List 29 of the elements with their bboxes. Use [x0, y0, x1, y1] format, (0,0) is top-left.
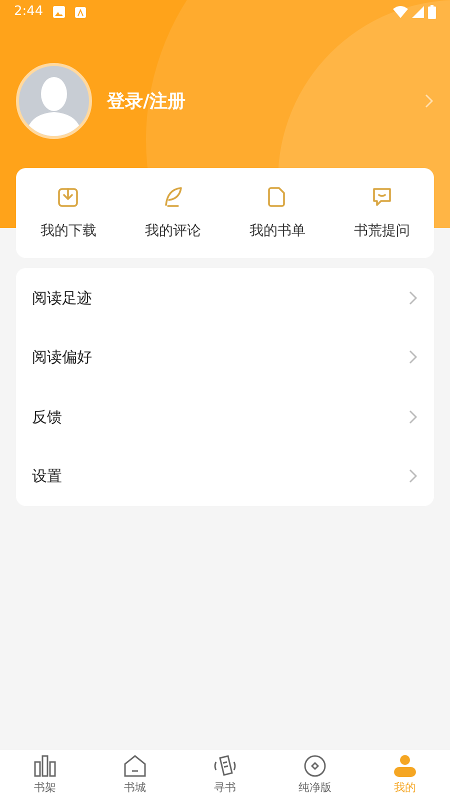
chevron-right-icon	[408, 349, 418, 366]
wifi-icon	[393, 6, 408, 18]
coin-icon	[303, 754, 327, 778]
menu-item[interactable]: 阅读足迹	[16, 268, 434, 328]
quick-action[interactable]: 书荒提问	[330, 184, 434, 242]
house-icon	[123, 754, 147, 778]
login-label: 登录/注册	[107, 90, 187, 114]
status-time: 2:44	[14, 3, 44, 22]
battery-icon	[428, 5, 436, 19]
chevron-right-icon	[408, 408, 418, 425]
app-icon	[75, 6, 86, 18]
nav-tab[interactable]: 书架	[0, 750, 90, 800]
chevron-right-icon	[408, 290, 418, 306]
menu-item[interactable]: 阅读偏好	[16, 328, 434, 387]
quick-action[interactable]: 我的书单	[225, 184, 330, 242]
bars-icon	[33, 754, 57, 778]
chevron-right-icon	[424, 93, 434, 109]
quick-action[interactable]: 我的下载	[16, 184, 120, 242]
menu-item[interactable]: 反馈	[16, 387, 434, 446]
chevron-right-icon	[408, 468, 418, 484]
nav-tab[interactable]: 寻书	[180, 750, 270, 800]
person-icon	[393, 754, 417, 778]
menu-item[interactable]: 设置	[16, 446, 434, 506]
cards-icon	[213, 754, 237, 778]
signal-icon	[412, 6, 424, 18]
image-icon	[53, 6, 66, 18]
nav-tab[interactable]: 纯净版	[270, 750, 360, 800]
quick-action[interactable]: 我的评论	[120, 184, 225, 242]
nav-tab[interactable]: 书城	[90, 750, 180, 800]
